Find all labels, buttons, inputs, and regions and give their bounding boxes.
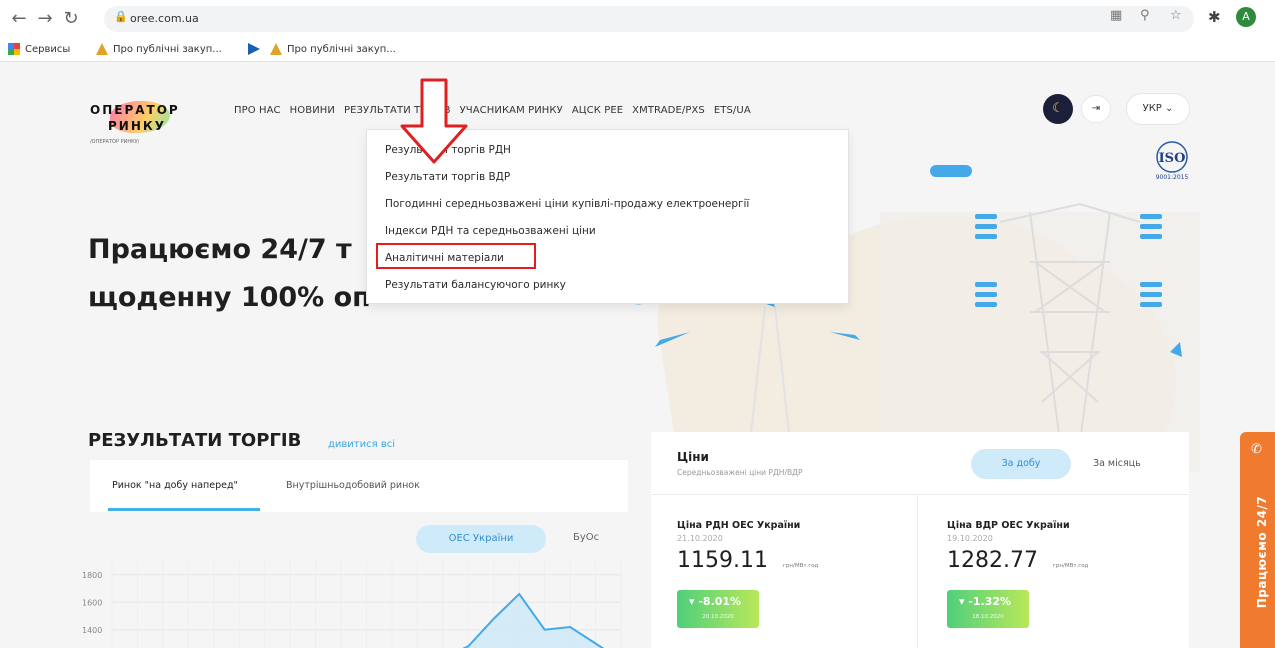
divider bbox=[651, 494, 1189, 495]
rdn-change-date: 20.10.2020 bbox=[702, 614, 734, 620]
moon-icon: ☾ bbox=[1052, 101, 1064, 116]
bookmark-prozorro-1[interactable]: Про публічні закуп... bbox=[96, 43, 222, 55]
logo-line-2: РИНКУ bbox=[108, 119, 166, 133]
menu-item-vdr-results[interactable]: Результати торгів ВДР bbox=[385, 171, 510, 183]
tab-per-day[interactable]: За добу bbox=[971, 449, 1071, 479]
login-icon: ⇥ bbox=[1091, 103, 1101, 114]
main-nav: ПРО НАС НОВИНИ РЕЗУЛЬТАТИ ТОРГІВ УЧАСНИК… bbox=[234, 105, 751, 116]
hero-title-line-2: щоденну 100% оп bbox=[88, 282, 371, 313]
nav-market-participants[interactable]: УЧАСНИКАМ РИНКУ bbox=[460, 105, 563, 116]
pill-buos[interactable]: БуОс bbox=[573, 532, 599, 543]
svg-text:ISO: ISO bbox=[1159, 151, 1186, 166]
browser-chrome: ← → ↻ 🔒 oree.com.ua ▦ ⚲ ☆ ✱ A Сервисы Пр… bbox=[0, 0, 1275, 62]
vdr-price-label: Ціна ВДР ОЕС України bbox=[947, 520, 1070, 531]
side-tab-label: Працюємо 24/7 bbox=[1255, 495, 1269, 609]
rdn-change-pct: ▾ -8.01% bbox=[689, 595, 742, 608]
vdr-price-unit: грн/МВт.год bbox=[1053, 563, 1089, 569]
reload-icon[interactable]: ↻ bbox=[60, 9, 82, 29]
down-arrow-icon bbox=[400, 78, 468, 164]
logo-line-1: ОПЕРАТОР bbox=[90, 103, 180, 117]
menu-item-hourly-prices[interactable]: Погодинні середньозважені ціни купівлі-п… bbox=[385, 198, 749, 210]
results-title: РЕЗУЛЬТАТИ ТОРГІВ bbox=[88, 430, 302, 451]
nav-about[interactable]: ПРО НАС bbox=[234, 105, 281, 116]
vdr-change-badge: ▾ -1.32% 18.10.2020 bbox=[947, 590, 1029, 628]
login-button[interactable]: ⇥ bbox=[1081, 95, 1111, 123]
play-icon bbox=[248, 43, 260, 55]
tab-intraday[interactable]: Внутрішньодобовий ринок bbox=[286, 480, 420, 491]
url-text: oree.com.ua bbox=[130, 12, 199, 25]
site-logo[interactable]: ОПЕРАТОР РИНКУ /ОПЕРАТОР РИНКУ/ bbox=[88, 99, 198, 149]
vdr-price-date: 19.10.2020 bbox=[947, 534, 993, 543]
prices-subtitle: Середньозважені ціни РДН/ВДР bbox=[677, 468, 803, 477]
prozorro-icon bbox=[270, 43, 282, 55]
vdr-change-date: 18.10.2020 bbox=[972, 614, 1004, 620]
prices-title: Ціни bbox=[677, 450, 709, 464]
translate-icon[interactable]: ▦ bbox=[1110, 8, 1122, 23]
bookmark-apps[interactable]: Сервисы bbox=[8, 43, 70, 55]
language-select[interactable]: УКР ⌄ bbox=[1126, 93, 1190, 125]
results-view-all-link[interactable]: дивитися всі bbox=[328, 439, 395, 450]
iso-badge: ISO 9001:2015 bbox=[1156, 141, 1189, 181]
lock-icon: 🔒 bbox=[114, 10, 128, 23]
active-tab-indicator bbox=[108, 508, 260, 511]
vdr-change-pct: ▾ -1.32% bbox=[959, 595, 1012, 608]
dark-mode-toggle[interactable]: ☾ bbox=[1043, 94, 1073, 124]
profile-avatar[interactable]: A bbox=[1236, 7, 1256, 27]
back-arrow-icon[interactable]: ← bbox=[8, 9, 30, 29]
menu-item-balancing-market[interactable]: Результати балансуючого ринку bbox=[385, 279, 566, 291]
nav-news[interactable]: НОВИНИ bbox=[290, 105, 335, 116]
vdr-price-value: 1282.77 bbox=[947, 548, 1038, 573]
tab-day-ahead[interactable]: Ринок "на добу наперед" bbox=[112, 480, 238, 491]
nav-xmtrade[interactable]: XMTRADE/PXS bbox=[632, 105, 705, 116]
rdn-price-label: Ціна РДН ОЕС України bbox=[677, 520, 801, 531]
market-tabs: Ринок "на добу наперед" Внутрішньодобови… bbox=[90, 460, 628, 512]
menu-item-rdn-indexes[interactable]: Індекси РДН та середньозважені ціни bbox=[385, 225, 596, 237]
rdn-change-badge: ▾ -8.01% 20.10.2020 bbox=[677, 590, 759, 628]
logo-tagline: /ОПЕРАТОР РИНКУ/ bbox=[90, 139, 140, 145]
extensions-icon[interactable]: ✱ bbox=[1208, 8, 1221, 26]
address-bar[interactable]: 🔒 oree.com.ua bbox=[104, 6, 1194, 32]
divider bbox=[917, 494, 918, 648]
support-side-tab[interactable]: ✆ Працюємо 24/7 bbox=[1240, 432, 1275, 648]
bookmark-play[interactable] bbox=[248, 43, 260, 55]
forward-arrow-icon[interactable]: → bbox=[34, 9, 56, 29]
rdn-price-unit: грн/МВт.год bbox=[783, 563, 819, 569]
bookmark-prozorro-2[interactable]: Про публічні закуп... bbox=[270, 43, 396, 55]
hero-title-line-1: Працюємо 24/7 т bbox=[88, 234, 352, 265]
y-tick-label: 1800 bbox=[82, 571, 102, 580]
page: ОПЕРАТОР РИНКУ /ОПЕРАТОР РИНКУ/ ПРО НАС … bbox=[0, 62, 1275, 648]
zoom-icon[interactable]: ⚲ bbox=[1140, 8, 1150, 23]
nav-ets[interactable]: ETS/UA bbox=[714, 105, 751, 116]
highlight-box bbox=[376, 243, 536, 269]
rdn-price-date: 21.10.2020 bbox=[677, 534, 723, 543]
rdn-price-value: 1159.11 bbox=[677, 548, 768, 573]
prices-card: Ціни Середньозважені ціни РДН/ВДР За доб… bbox=[651, 432, 1189, 648]
y-tick-label: 1600 bbox=[82, 598, 102, 607]
phone-icon: ✆ bbox=[1251, 442, 1262, 457]
prozorro-icon bbox=[96, 43, 108, 55]
pill-oes-ukraine[interactable]: ОЕС України bbox=[416, 525, 546, 553]
apps-grid-icon bbox=[8, 43, 20, 55]
svg-text:9001:2015: 9001:2015 bbox=[1156, 174, 1189, 181]
nav-acsk[interactable]: АЦСК РЕЕ bbox=[572, 105, 623, 116]
star-icon[interactable]: ☆ bbox=[1170, 8, 1182, 23]
tab-per-month[interactable]: За місяць bbox=[1093, 458, 1141, 469]
y-tick-label: 1400 bbox=[82, 626, 102, 635]
price-chart: 1800160014001200 bbox=[82, 561, 622, 648]
